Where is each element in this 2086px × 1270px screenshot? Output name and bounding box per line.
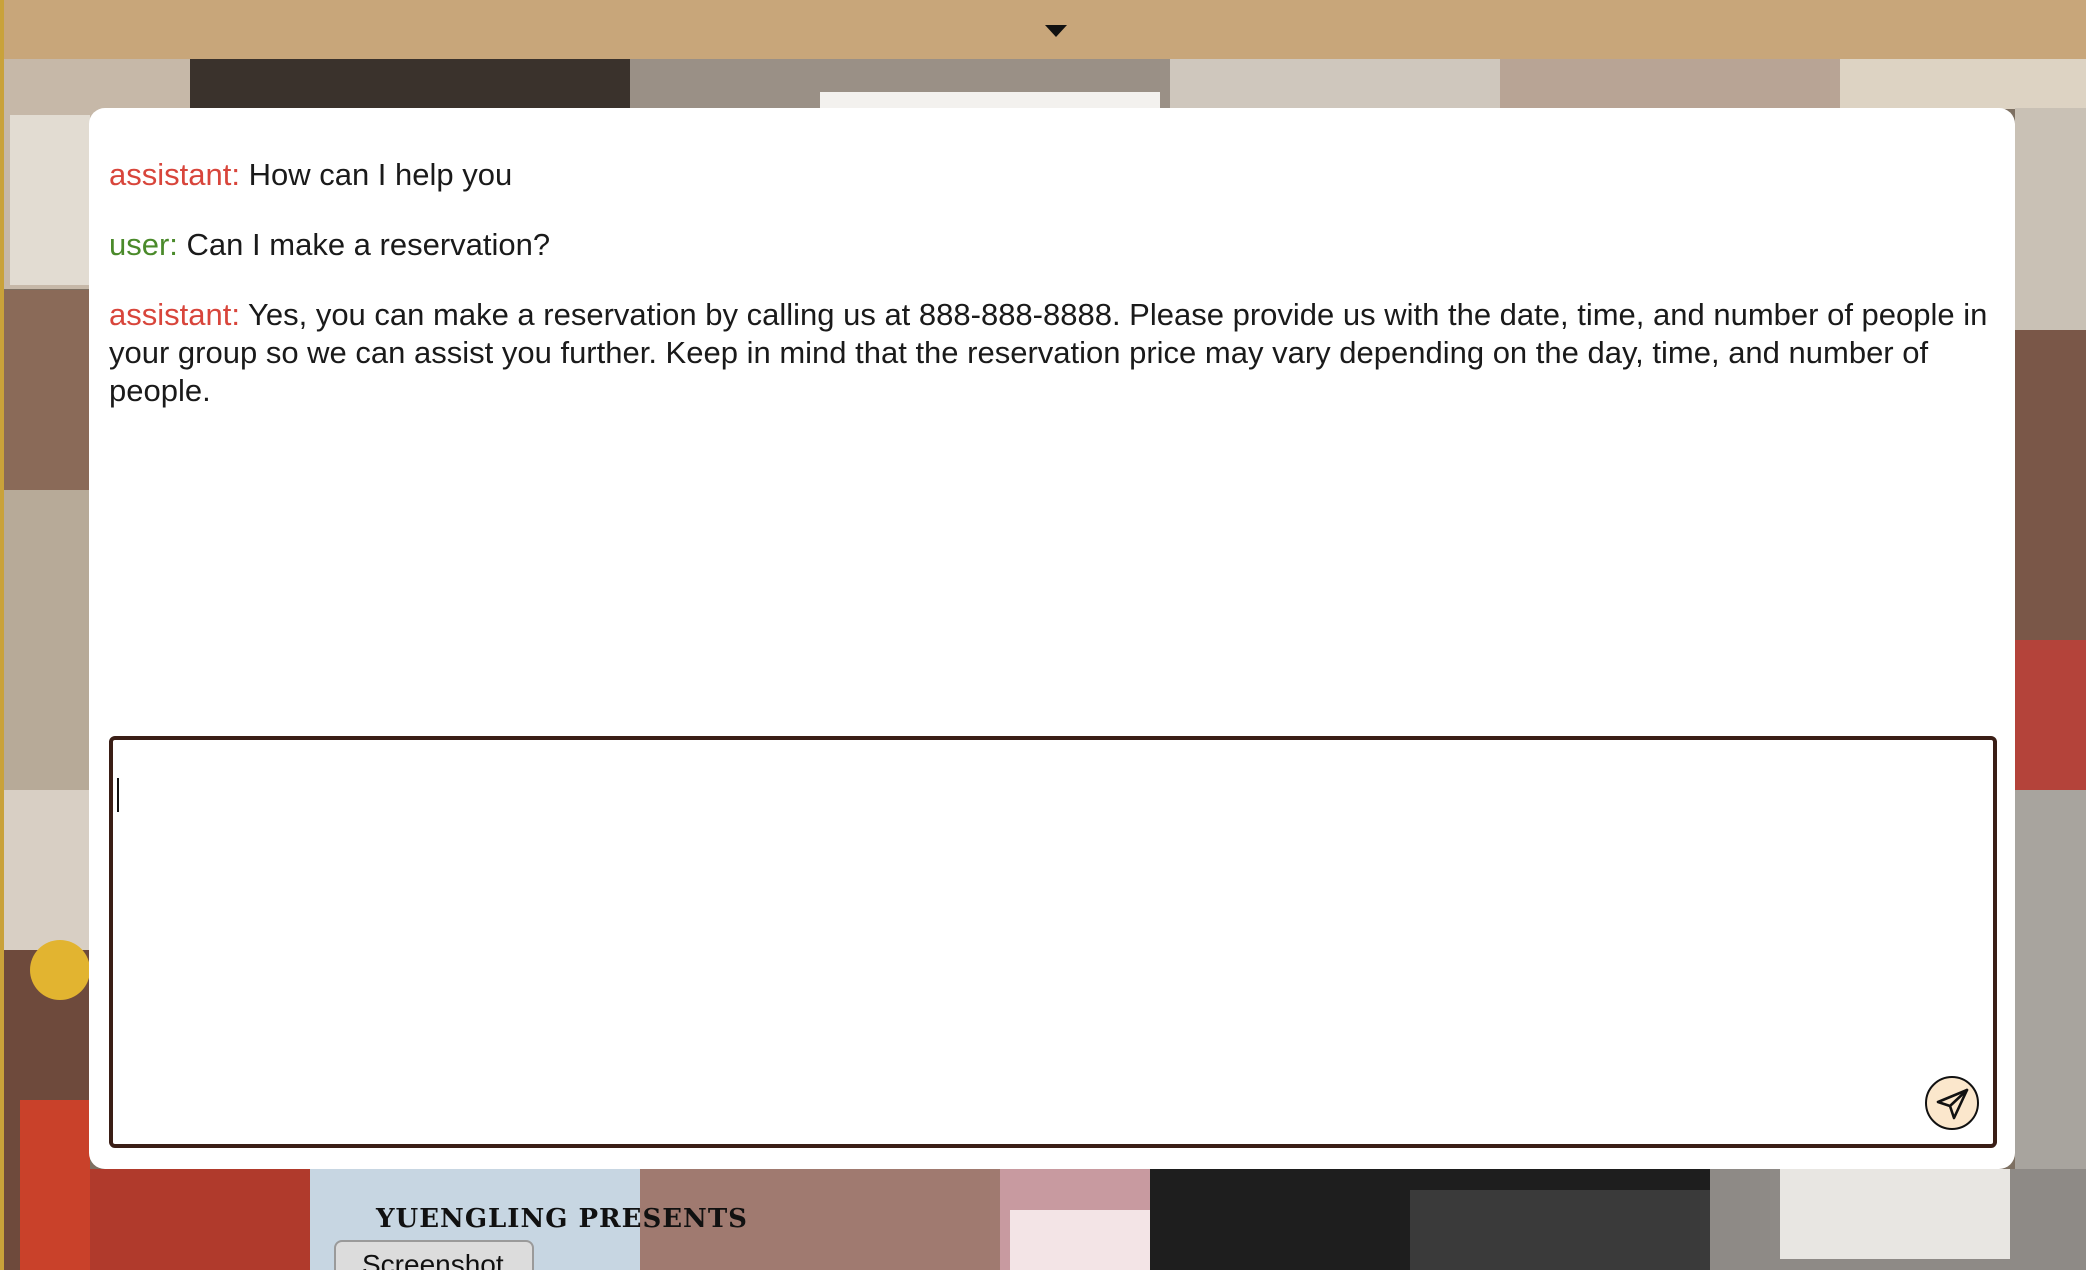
message-text: Can I make a reservation? (186, 227, 551, 262)
message-text: How can I help you (248, 157, 513, 192)
message-text: Yes, you can make a reservation by calli… (109, 297, 1988, 408)
chat-panel: assistant: How can I help you user: Can … (89, 108, 2015, 1169)
screenshot-tab[interactable]: Screenshot (334, 1240, 534, 1270)
role-label-assistant: assistant: (109, 157, 240, 192)
send-button[interactable] (1925, 1076, 1979, 1130)
message-assistant: assistant: How can I help you (109, 156, 1995, 194)
message-list: assistant: How can I help you user: Can … (109, 156, 1995, 442)
top-bar (4, 0, 2086, 59)
message-user: user: Can I make a reservation? (109, 226, 1995, 264)
role-label-user: user: (109, 227, 178, 262)
send-icon (1936, 1088, 1969, 1120)
poster-text: YUENGLING PRESENTS (376, 1204, 748, 1234)
caret-down-icon[interactable] (1045, 25, 1067, 37)
role-label-assistant: assistant: (109, 297, 240, 332)
message-input-box (109, 736, 1997, 1148)
message-assistant: assistant: Yes, you can make a reservati… (109, 296, 1995, 410)
message-input[interactable] (113, 740, 1993, 1144)
left-accent-strip (0, 0, 4, 1270)
